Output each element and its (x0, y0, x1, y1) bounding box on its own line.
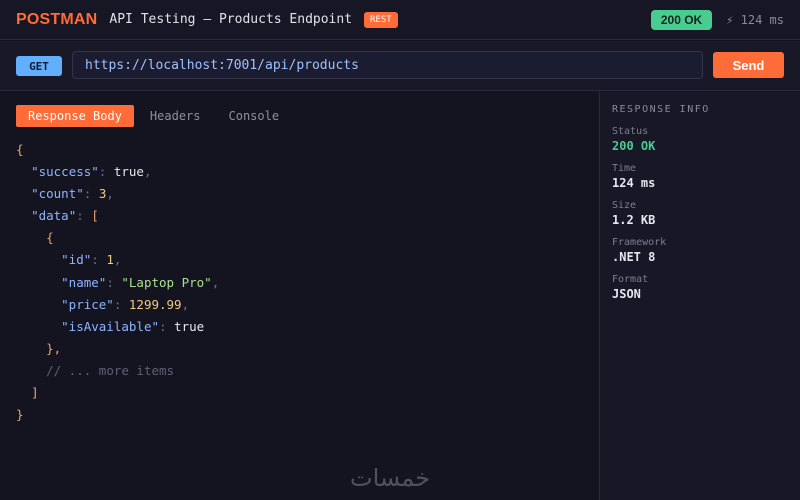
code-token: : (83, 186, 99, 202)
code-token: "data" (31, 208, 77, 224)
code-token: : (113, 296, 129, 312)
code-line: "data": [ (16, 205, 219, 227)
sidebar-heading: RESPONSE INFO (612, 104, 710, 115)
info-label: Size (612, 200, 637, 211)
code-line: ] (16, 382, 219, 404)
code-token: true (174, 318, 205, 334)
code-token: "isAvailable" (61, 318, 159, 334)
latency-readout: ⚡ 124 ms (726, 12, 784, 27)
rest-badge: REST (364, 11, 398, 28)
code-line: "count": 3, (16, 183, 219, 205)
code-token: , (181, 296, 190, 312)
info-label: Time (612, 163, 637, 174)
top-bar: POSTMAN API Testing — Products Endpoint … (0, 0, 800, 40)
tab-console[interactable]: Console (217, 105, 292, 127)
info-framework: Framework .NET 8 (612, 237, 666, 264)
info-value: JSON (612, 287, 641, 301)
info-size: Size 1.2 KB (612, 200, 655, 227)
send-button[interactable]: Send (713, 52, 784, 78)
code-token: , (106, 186, 114, 202)
code-token: : (76, 208, 92, 224)
code-token: 1 (106, 252, 114, 268)
code-token: [ (91, 208, 99, 224)
code-line: }, (16, 338, 219, 360)
code-token: "id" (61, 252, 92, 268)
info-time: Time 124 ms (612, 163, 655, 190)
code-line: { (16, 227, 219, 249)
code-token: , (143, 164, 152, 180)
response-body-code: { "success": true, "count": 3, "data": [… (16, 139, 219, 426)
info-value: 1.2 KB (612, 213, 656, 227)
code-line: "name": "Laptop Pro", (16, 272, 219, 294)
code-token: ] (31, 385, 39, 401)
info-value: .NET 8 (612, 250, 656, 264)
code-line: "id": 1, (16, 249, 219, 271)
code-token: : (159, 318, 175, 334)
code-token: : (91, 252, 107, 268)
tab-response-body[interactable]: Response Body (16, 105, 134, 127)
method-selector[interactable]: GET (16, 56, 62, 76)
code-token: { (46, 230, 54, 246)
code-line: "price": 1299.99, (16, 294, 219, 316)
response-tabs: Response Body Headers Console (16, 105, 295, 127)
code-token: 1299.99 (128, 296, 182, 312)
code-token: } (16, 407, 24, 423)
info-format: Format JSON (612, 274, 648, 301)
code-token: "success" (31, 164, 99, 180)
tab-headers[interactable]: Headers (138, 105, 213, 127)
response-info-sidebar: RESPONSE INFO Status 200 OK Time 124 ms … (599, 92, 800, 500)
code-line: "isAvailable": true (16, 316, 219, 338)
code-token: true (113, 164, 144, 180)
code-token: , (113, 252, 122, 268)
watermark: خمسات (350, 464, 431, 492)
code-token: "count" (31, 186, 84, 202)
code-token: { (16, 142, 24, 157)
code-token: "name" (61, 274, 107, 290)
info-status: Status 200 OK (612, 126, 655, 153)
request-bar: GET Send (0, 41, 800, 91)
url-input[interactable] (72, 51, 703, 79)
info-label: Framework (612, 237, 667, 248)
response-panel: Response Body Headers Console { "success… (0, 92, 599, 500)
code-token: "price" (61, 296, 114, 312)
code-token: // ... more items (46, 362, 175, 378)
code-token: "Laptop Pro" (121, 274, 212, 290)
page-title: API Testing — Products Endpoint (109, 12, 353, 27)
code-line: } (16, 404, 219, 426)
code-line: "success": true, (16, 161, 219, 183)
top-right-status: 200 OK ⚡ 124 ms (650, 9, 784, 30)
info-label: Status (612, 126, 649, 137)
code-token: , (211, 274, 220, 290)
code-line: { (16, 139, 219, 161)
code-line: // ... more items (16, 360, 219, 382)
code-token: }, (46, 340, 62, 356)
app-logo: POSTMAN (16, 10, 98, 28)
info-value: 124 ms (612, 176, 656, 190)
status-badge: 200 OK (650, 9, 713, 30)
code-token: : (98, 164, 114, 180)
code-token: : (106, 274, 122, 290)
info-value: 200 OK (612, 139, 656, 153)
info-label: Format (612, 274, 649, 285)
